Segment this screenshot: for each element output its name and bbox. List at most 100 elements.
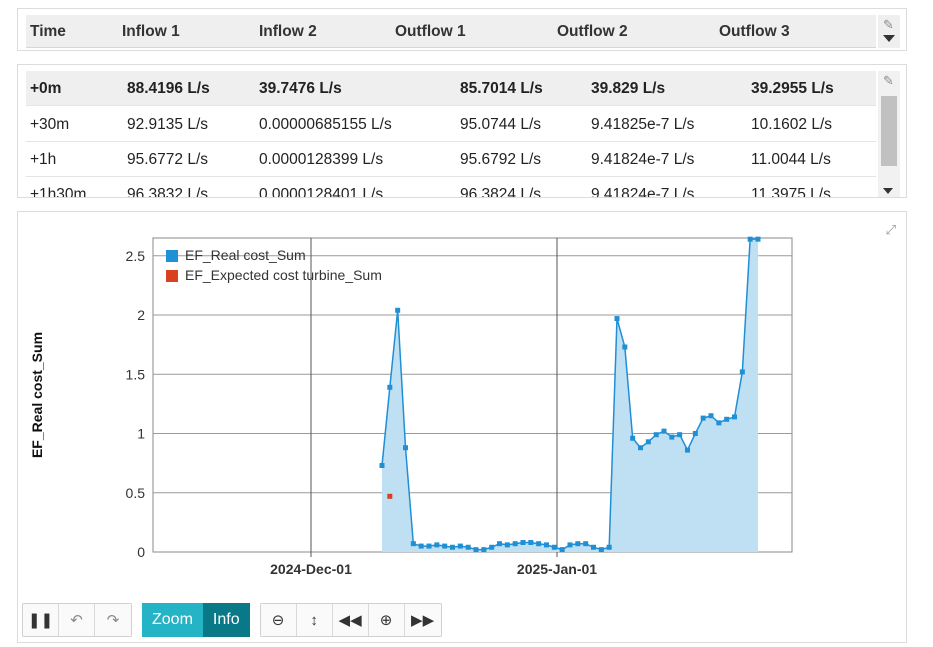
pause-icon: ❚❚ [27,612,54,629]
y-tick-label: 0 [137,544,145,560]
data-point [692,431,698,437]
zoom-mode-button[interactable]: Zoom [142,603,203,637]
redo-button[interactable]: ↷ [95,604,131,636]
data-point [669,434,675,440]
data-point [747,236,753,242]
mode-toggle: Zoom Info [142,603,250,637]
cell-outflow-3: 10.1602 L/s [751,116,833,133]
pause-button[interactable]: ❚❚ [23,604,59,636]
cell-inflow-2: 0.0000128401 L/s [259,186,384,198]
data-point [700,415,706,421]
table-scrollbar[interactable]: ✎ [878,71,900,197]
data-point [434,542,440,548]
cell-outflow-3: 11.0044 L/s [751,151,831,168]
cell-outflow-2: 9.41824e-7 L/s [591,151,695,168]
data-point [583,541,589,547]
data-point [504,542,510,548]
data-point [418,543,424,549]
x-tick-label: 2025-Jan-01 [517,561,597,577]
chart-panel: ⤢ 0 0.5 1 1.5 2 2.5 2024-Dec-01 2025-Jan-01 EF_R… [17,211,907,643]
data-point [551,544,557,550]
data-point [520,540,526,546]
column-header-outflow-1[interactable]: Outflow 1 [395,23,466,41]
fit-vertical-button[interactable]: ↕ [296,604,333,636]
zoom-out-icon: ⊖ [271,612,285,629]
cell-inflow-2: 39.7476 L/s [259,80,342,97]
pencil-icon[interactable]: ✎ [883,73,894,89]
table-row[interactable]: +1h 95.6772 L/s 0.0000128399 L/s 95.6792… [26,142,876,177]
cell-time: +30m [30,116,70,133]
results-table: +0m 88.4196 L/s 39.7476 L/s 85.7014 L/s … [26,71,876,198]
data-point [685,447,690,453]
data-point [450,544,455,550]
step-forward-button[interactable]: ▶▶ [404,604,441,636]
column-header-inflow-2[interactable]: Inflow 2 [259,23,317,41]
data-point [567,542,573,548]
info-mode-button[interactable]: Info [202,603,250,637]
cell-time: +1h30m [30,186,87,198]
data-point [575,541,581,547]
y-tick-label: 2.5 [126,248,146,264]
data-point [739,369,745,375]
undo-button[interactable]: ↶ [59,604,95,636]
table-row[interactable]: +1h30m 96.3832 L/s 0.0000128401 L/s 96.3… [26,177,876,198]
column-header-panel: Time Inflow 1 Inflow 2 Outflow 1 Outflow… [17,8,907,51]
column-header-outflow-3[interactable]: Outflow 3 [719,23,790,41]
data-point [387,493,393,499]
redo-icon: ↷ [106,612,120,629]
data-point [465,544,471,550]
data-point [653,432,659,438]
data-point [536,541,542,547]
table-row[interactable]: +30m 92.9135 L/s 0.00000685155 L/s 95.07… [26,107,876,142]
data-point [544,542,549,548]
data-point [489,544,495,550]
undo-icon: ↶ [70,612,83,629]
column-header-inflow-1[interactable]: Inflow 1 [122,23,180,41]
header-tools: ✎ [878,15,900,48]
data-point [732,414,737,420]
data-point [559,547,565,553]
y-tick-label: 1 [137,426,145,442]
data-point [473,547,479,553]
y-axis-label: EF_Real cost_Sum [29,332,45,458]
data-point [442,543,448,549]
column-header-outflow-2[interactable]: Outflow 2 [557,23,628,41]
data-point [512,541,518,547]
vertical-arrows-icon: ↕ [310,611,318,629]
data-point [677,432,683,438]
legend-swatch [166,270,178,282]
scroll-down-arrow-icon[interactable] [883,188,893,194]
legend-label: EF_Real cost_Sum [185,247,306,263]
data-point [528,540,534,546]
cell-inflow-1: 88.4196 L/s [127,80,210,97]
cell-outflow-1: 95.6792 L/s [460,151,542,168]
cell-outflow-1: 95.0744 L/s [460,116,542,133]
column-header-row: Time Inflow 1 Inflow 2 Outflow 1 Outflow… [26,15,876,48]
playback-group: ❚❚ ↶ ↷ [22,603,132,637]
cell-outflow-2: 39.829 L/s [591,80,666,97]
results-table-panel: +0m 88.4196 L/s 39.7476 L/s 85.7014 L/s … [17,64,907,198]
data-point [708,413,714,419]
legend-swatch [166,250,178,262]
pencil-icon[interactable]: ✎ [883,17,894,33]
cell-outflow-3: 11.3975 L/s [751,186,831,198]
x-tick-label: 2024-Dec-01 [270,561,352,577]
step-back-button[interactable]: ◀◀ [332,604,369,636]
area-chart[interactable]: 0 0.5 1 1.5 2 2.5 2024-Dec-01 2025-Jan-01 EF_Rea… [18,212,906,592]
data-point [403,445,408,451]
cell-outflow-1: 96.3824 L/s [460,186,542,198]
zoom-reset-button[interactable]: ⊕ [368,604,405,636]
column-header-time[interactable]: Time [30,23,66,41]
cell-outflow-1: 85.7014 L/s [460,80,543,97]
data-point [598,547,604,553]
cell-outflow-2: 9.41825e-7 L/s [591,116,695,133]
data-point [387,384,393,390]
y-tick-label: 2 [137,307,145,323]
cell-time: +1h [30,151,57,168]
zoom-out-button[interactable]: ⊖ [260,604,297,636]
table-row[interactable]: +0m 88.4196 L/s 39.7476 L/s 85.7014 L/s … [26,71,876,106]
dropdown-arrow-icon[interactable] [883,35,895,42]
scrollbar-thumb[interactable] [881,96,897,166]
zoom-horizontal-icon: ⊕ [379,612,393,629]
cell-inflow-2: 0.0000128399 L/s [259,151,384,168]
